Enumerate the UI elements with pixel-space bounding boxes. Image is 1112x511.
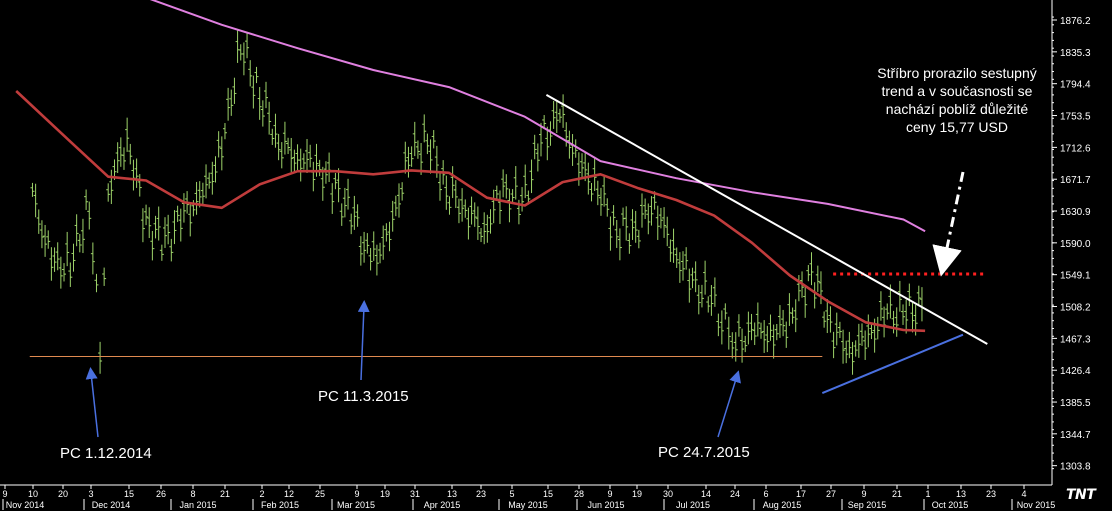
annotation-pc-24-7-2015: PC 24.7.2015 [658,444,750,461]
x-day-label: 6 [763,489,768,499]
x-day-label: 26 [156,489,166,499]
y-tick-label: 1508.2 [1060,303,1091,314]
x-day-label: 19 [380,489,390,499]
y-tick-label: 1794.4 [1060,80,1091,91]
x-day-label: 23 [986,489,996,499]
x-day-label: 19 [632,489,642,499]
x-month-label: Apr 2015 [424,500,461,510]
x-day-label: 9 [2,489,7,499]
annotation-pc-11-3-2015: PC 11.3.2015 [318,388,409,405]
x-month-label: Dec 2014 [92,500,131,510]
x-day-label: 27 [826,489,836,499]
y-tick-label: 1753.5 [1060,112,1091,123]
x-month-label: Jan 2015 [179,500,216,510]
broker-logo: TNT [1066,487,1096,503]
x-day-label: 9 [354,489,359,499]
x-month-label: Nov 2014 [6,500,45,510]
x-day-label: 3 [88,489,93,499]
y-tick-label: 1671.7 [1060,175,1091,186]
x-day-label: 12 [284,489,294,499]
annotation-pc-1-12-2014: PC 1.12.2014 [60,445,152,462]
x-day-label: 20 [58,489,68,499]
y-tick-label: 1426.4 [1060,366,1091,377]
x-day-label: 9 [607,489,612,499]
y-tick-label: 1590.0 [1060,239,1091,250]
y-tick-label: 1303.8 [1060,462,1091,473]
x-month-label: Mar 2015 [337,500,375,510]
x-day-label: 9 [861,489,866,499]
y-tick-label: 1549.1 [1060,271,1091,282]
x-day-label: 1 [925,489,930,499]
x-month-label: Jul 2015 [676,500,710,510]
y-tick-label: 1630.9 [1060,207,1091,218]
y-tick-label: 1467.3 [1060,334,1091,345]
x-day-label: 10 [28,489,38,499]
x-day-label: 31 [410,489,420,499]
x-day-label: 14 [701,489,711,499]
annotation-silver-breakout-note: Stříbro prorazilo sestupný trend a v sou… [877,65,1037,135]
x-day-label: 13 [447,489,457,499]
x-day-label: 2 [259,489,264,499]
x-day-label: 15 [543,489,553,499]
x-day-label: 15 [124,489,134,499]
x-month-label: Aug 2015 [763,500,802,510]
x-month-label: May 2015 [508,500,548,510]
y-tick-label: 1712.6 [1060,143,1091,154]
x-month-label: Oct 2015 [932,500,969,510]
x-month-label: Feb 2015 [261,500,299,510]
x-day-label: 30 [663,489,673,499]
y-tick-label: 1385.5 [1060,398,1091,409]
x-day-label: 5 [509,489,514,499]
y-tick-label: 1835.3 [1060,48,1091,59]
x-day-label: 28 [574,489,584,499]
x-day-label: 23 [476,489,486,499]
y-tick-label: 1344.7 [1060,430,1091,441]
x-day-label: 25 [315,489,325,499]
y-tick-label: 1876.2 [1060,16,1091,27]
x-month-label: Jun 2015 [587,500,624,510]
x-day-label: 21 [892,489,902,499]
x-month-label: Nov 2015 [1017,500,1056,510]
x-day-label: 21 [220,489,230,499]
x-day-label: 17 [796,489,806,499]
x-day-label: 13 [956,489,966,499]
x-day-label: 4 [1021,489,1026,499]
x-day-label: 24 [730,489,740,499]
x-day-label: 8 [190,489,195,499]
x-month-label: Sep 2015 [848,500,887,510]
